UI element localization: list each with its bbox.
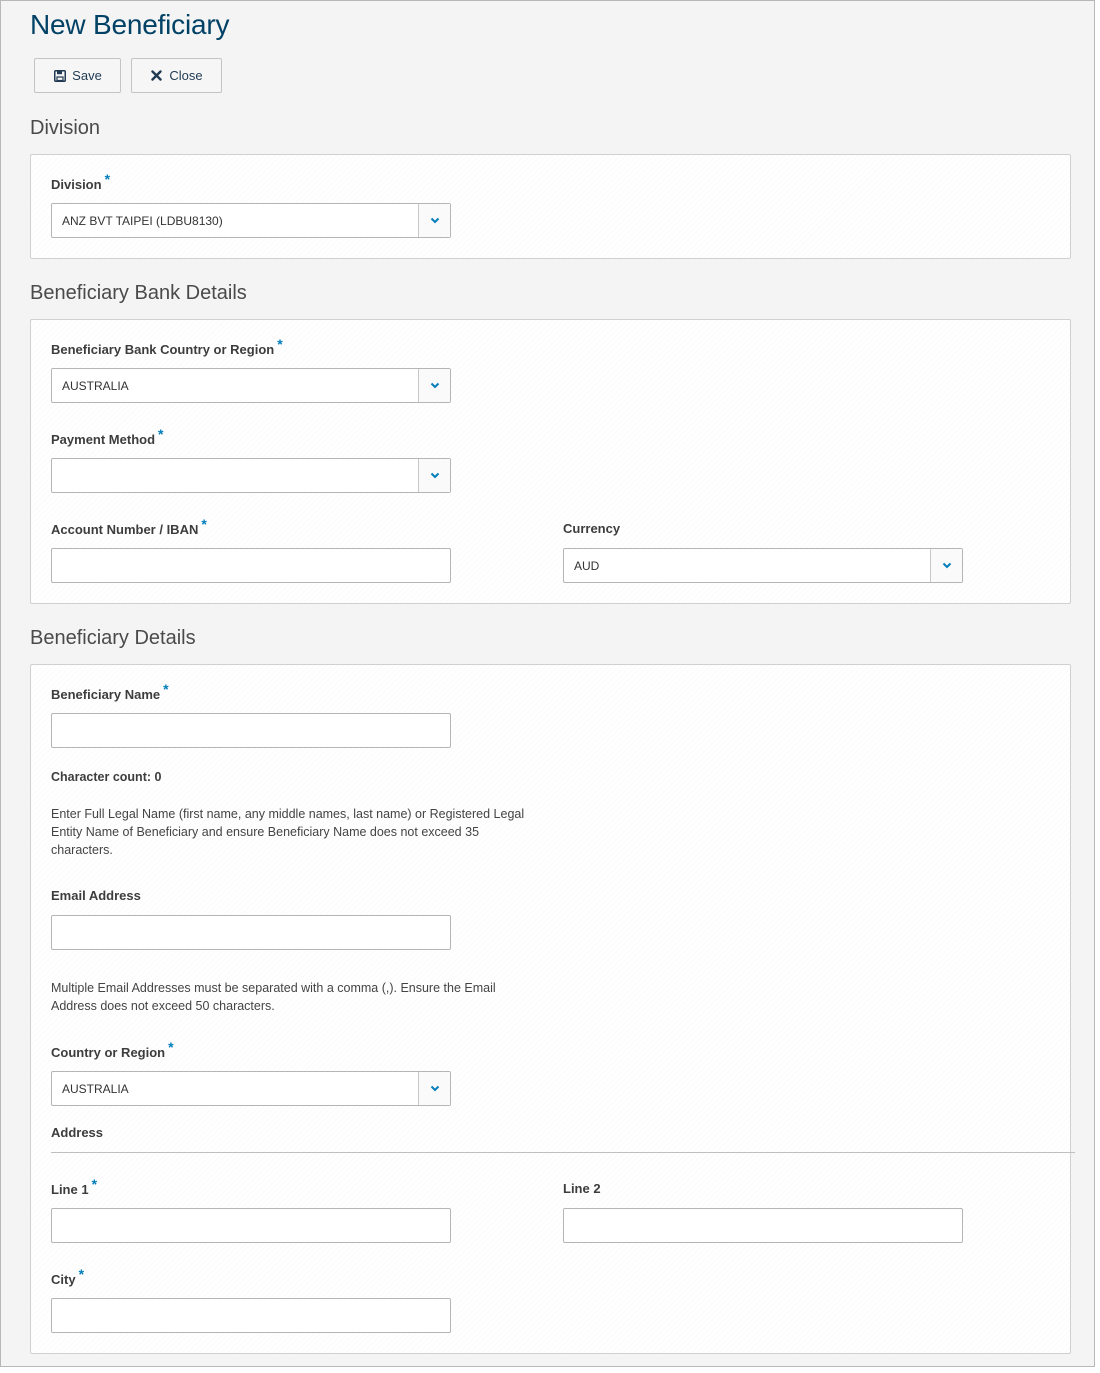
address-line1-input[interactable] [51, 1208, 451, 1243]
email-input[interactable] [51, 915, 451, 950]
email-label: Email Address [51, 888, 141, 903]
country-region-select[interactable]: AUSTRALIA [51, 1071, 451, 1106]
payment-method-select[interactable] [51, 458, 451, 493]
required-marker: * [163, 681, 169, 697]
x-icon [150, 69, 163, 82]
close-button-label: Close [169, 68, 203, 83]
city-label: City * [51, 1266, 85, 1287]
beneficiary-name-label: Beneficiary Name * [51, 681, 169, 702]
address-heading: Address [51, 1125, 104, 1140]
chevron-down-icon[interactable] [418, 459, 450, 492]
currency-select[interactable]: AUD [563, 548, 963, 583]
required-marker: * [168, 1039, 174, 1055]
bank-section-title: Beneficiary Bank Details [30, 282, 247, 304]
chevron-down-icon[interactable] [418, 1072, 450, 1105]
line1-label: Line 1 * [51, 1176, 98, 1197]
bank-country-select-value: AUSTRALIA [62, 378, 129, 393]
required-marker: * [78, 1266, 85, 1282]
character-count: Character count: 0 [51, 770, 162, 784]
address-line2-input[interactable] [563, 1208, 963, 1243]
page-title: New Beneficiary [30, 9, 230, 40]
save-button-label: Save [72, 68, 102, 83]
required-marker: * [277, 336, 283, 352]
beneficiary-name-input[interactable] [51, 713, 451, 748]
account-number-input[interactable] [51, 548, 451, 583]
currency-label: Currency [563, 521, 621, 536]
city-input[interactable] [51, 1298, 451, 1333]
bank-country-label: Beneficiary Bank Country or Region * [51, 336, 283, 357]
beneficiary-name-help: Enter Full Legal Name (first name, any m… [51, 807, 525, 857]
currency-select-value: AUD [574, 558, 600, 573]
chevron-down-icon[interactable] [418, 204, 450, 237]
app-window: New Beneficiary Save Close Division Divi… [0, 0, 1095, 1367]
payment-method-label: Payment Method * [51, 426, 164, 447]
required-marker: * [201, 516, 207, 532]
save-button[interactable]: Save [34, 58, 121, 93]
division-section-title: Division [30, 117, 101, 139]
required-marker: * [91, 1176, 98, 1192]
country-region-select-value: AUSTRALIA [62, 1081, 129, 1096]
division-select[interactable]: ANZ BVT TAIPEI (LDBU8130) [51, 203, 451, 238]
floppy-disk-icon [53, 69, 66, 82]
division-select-value: ANZ BVT TAIPEI (LDBU8130) [62, 213, 223, 228]
address-divider [51, 1152, 1075, 1153]
required-marker: * [104, 171, 111, 187]
bank-country-select[interactable]: AUSTRALIA [51, 368, 451, 403]
details-section-title: Beneficiary Details [30, 627, 196, 649]
required-marker: * [158, 426, 164, 442]
account-number-label: Account Number / IBAN * [51, 516, 207, 537]
chevron-down-icon[interactable] [930, 549, 962, 582]
country-region-label: Country or Region * [51, 1039, 174, 1060]
close-button[interactable]: Close [131, 58, 222, 93]
chevron-down-icon[interactable] [418, 369, 450, 402]
line2-label: Line 2 [563, 1181, 601, 1196]
email-help: Multiple Email Addresses must be separat… [51, 981, 496, 1013]
division-label: Division * [51, 171, 111, 192]
